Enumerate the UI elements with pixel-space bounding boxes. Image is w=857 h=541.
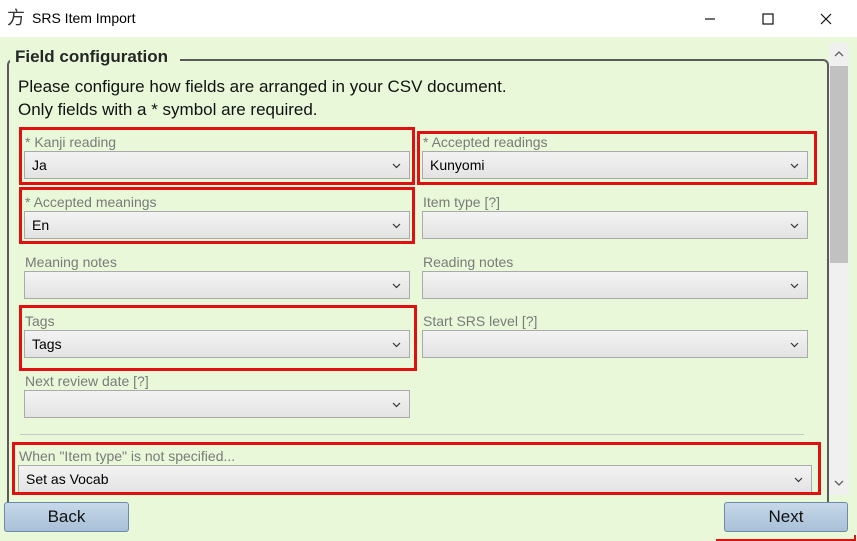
srs-item-import-window: 方 SRS Item Import Field configuration Pl…	[0, 0, 857, 541]
tags-label: Tags	[25, 313, 55, 329]
accepted-meanings-value: En	[32, 217, 50, 233]
chevron-down-icon	[392, 402, 401, 408]
client-area: Field configuration Please configure how…	[0, 37, 857, 541]
maximize-icon	[762, 12, 774, 25]
back-button[interactable]: Back	[4, 502, 129, 532]
item-type-select[interactable]	[422, 211, 808, 239]
app-icon: 方	[7, 8, 25, 29]
item-type-label: Item type [?]	[423, 194, 501, 210]
kanji-reading-value: Ja	[32, 157, 47, 173]
chevron-down-icon	[794, 477, 803, 483]
start-srs-level-select[interactable]	[422, 330, 808, 358]
tags-value: Tags	[32, 336, 62, 352]
accepted-readings-value: Kunyomi	[430, 157, 485, 173]
item-type-default-label: When "Item type" is not specified...	[19, 448, 236, 464]
maximize-button[interactable]	[739, 0, 797, 37]
start-srs-level-label: Start SRS level [?]	[423, 313, 538, 329]
item-type-default-select[interactable]: Set as Vocab	[18, 465, 812, 493]
accepted-meanings-select[interactable]: En	[24, 211, 410, 239]
meaning-notes-label: Meaning notes	[25, 254, 117, 270]
chevron-down-icon	[392, 342, 401, 348]
instruction-line-2: Only fields with a * symbol are required…	[18, 100, 318, 119]
next-review-date-select[interactable]	[24, 390, 410, 418]
meaning-notes-select[interactable]	[24, 271, 410, 299]
chevron-down-icon	[790, 342, 799, 348]
chevron-down-icon	[790, 223, 799, 229]
chevron-down-icon	[392, 283, 401, 289]
kanji-reading-label: * Kanji reading	[25, 134, 117, 150]
chevron-down-icon	[392, 223, 401, 229]
title-bar: 方 SRS Item Import	[0, 0, 857, 37]
chevron-down-icon	[392, 163, 401, 169]
next-review-date-label: Next review date [?]	[25, 373, 149, 389]
tags-select[interactable]: Tags	[24, 330, 410, 358]
vertical-scrollbar[interactable]	[829, 43, 849, 495]
minimize-icon	[705, 17, 715, 20]
instruction-line-1: Please configure how fields are arranged…	[18, 77, 507, 96]
chevron-down-icon	[790, 163, 799, 169]
highlight-corner-mark	[716, 535, 856, 541]
item-type-default-value: Set as Vocab	[26, 471, 109, 487]
kanji-reading-select[interactable]: Ja	[24, 151, 410, 179]
scroll-down-icon[interactable]	[834, 480, 844, 487]
scrollbar-thumb[interactable]	[830, 66, 848, 263]
close-button[interactable]	[797, 0, 855, 37]
window-title: SRS Item Import	[32, 10, 136, 26]
chevron-down-icon	[790, 283, 799, 289]
group-legend: Field configuration	[10, 47, 180, 67]
reading-notes-label: Reading notes	[423, 254, 514, 270]
scroll-up-icon[interactable]	[834, 50, 844, 57]
next-button[interactable]: Next	[724, 502, 848, 532]
divider	[20, 434, 804, 435]
reading-notes-select[interactable]	[422, 271, 808, 299]
accepted-readings-select[interactable]: Kunyomi	[422, 151, 808, 179]
accepted-readings-label: * Accepted readings	[423, 134, 548, 150]
accepted-meanings-label: * Accepted meanings	[25, 194, 157, 210]
minimize-button[interactable]	[681, 0, 739, 37]
close-icon	[820, 13, 832, 24]
